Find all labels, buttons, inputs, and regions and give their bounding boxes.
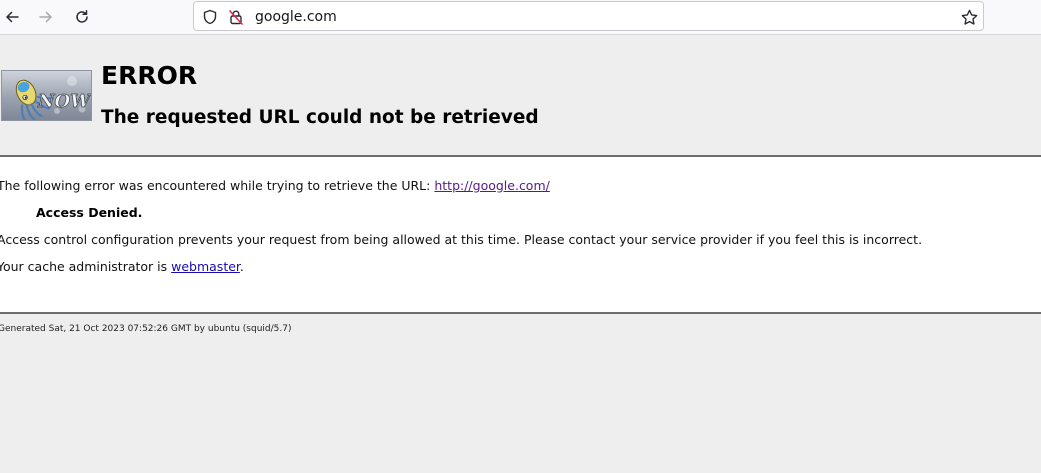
reload-button[interactable]: [70, 5, 94, 29]
browser-toolbar: google.com: [0, 0, 1041, 35]
error-description: Access control configuration prevents yo…: [0, 232, 923, 247]
admin-paragraph: Your cache administrator is webmaster.: [0, 259, 244, 275]
back-button[interactable]: [0, 5, 24, 29]
intro-text: The following error was encountered whil…: [0, 178, 435, 193]
logo-text: NOW: [37, 91, 92, 112]
arrow-right-icon: [39, 11, 52, 23]
error-name: Access Denied.: [36, 205, 143, 220]
divider-bottom: [0, 312, 1041, 314]
error-page: NOW ERROR The requested URL could not be…: [0, 36, 1041, 473]
squid-logo: NOW: [1, 70, 92, 121]
url-text[interactable]: google.com: [255, 8, 337, 26]
error-header: NOW ERROR The requested URL could not be…: [0, 36, 1041, 155]
star-icon[interactable]: [960, 8, 978, 26]
forward-button[interactable]: [34, 5, 58, 29]
error-url-link[interactable]: http://google.com/: [434, 178, 550, 193]
reload-icon: [76, 10, 88, 23]
address-bar[interactable]: google.com: [193, 1, 984, 31]
footer-text: Generated Sat, 21 Oct 2023 07:52:26 GMT …: [0, 324, 292, 334]
intro-paragraph: The following error was encountered whil…: [0, 178, 550, 194]
admin-prefix: Your cache administrator is: [0, 259, 172, 274]
page-subtitle: The requested URL could not be retrieved: [101, 107, 539, 128]
insecure-lock-icon[interactable]: [227, 8, 245, 26]
admin-suffix: .: [239, 259, 244, 274]
shield-icon[interactable]: [201, 8, 219, 26]
error-content: The following error was encountered whil…: [0, 157, 1041, 312]
page-title: ERROR: [101, 61, 198, 90]
webmaster-link[interactable]: webmaster: [171, 259, 240, 274]
arrow-left-icon: [6, 11, 19, 23]
